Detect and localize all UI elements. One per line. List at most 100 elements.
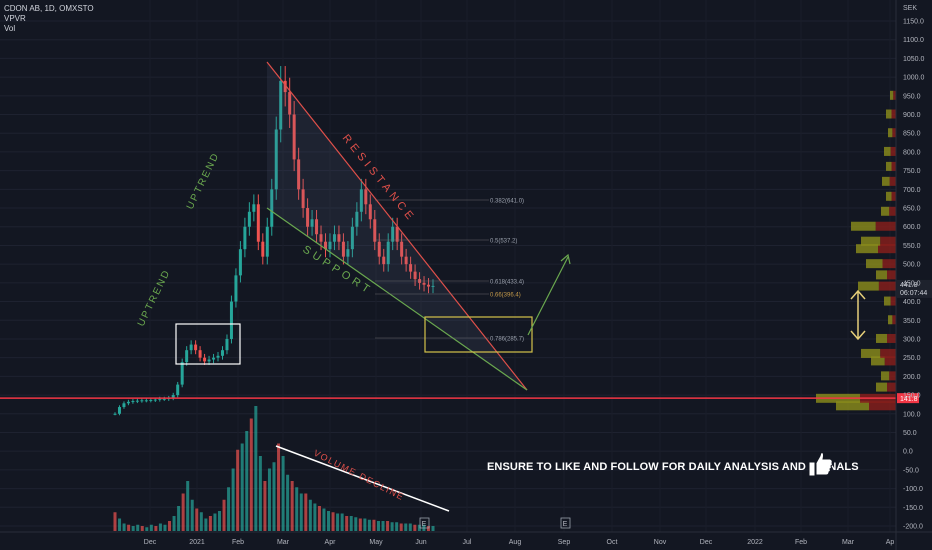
price-tick-label: 750.0 bbox=[903, 168, 921, 175]
price-tick-label: 400.0 bbox=[903, 299, 921, 306]
volume-bar bbox=[299, 493, 303, 531]
earnings-marker: E bbox=[563, 521, 568, 528]
volume-bar bbox=[195, 508, 199, 531]
candle-body bbox=[265, 226, 269, 257]
price-tick-label: 650.0 bbox=[903, 206, 921, 213]
vpvr-bar-up bbox=[881, 371, 890, 381]
price-tick-label: 1000.0 bbox=[903, 75, 925, 82]
volume-bar bbox=[308, 499, 312, 531]
volume-bar bbox=[177, 506, 181, 531]
vpvr-bar-up bbox=[884, 296, 891, 306]
volume-bar bbox=[372, 519, 376, 531]
candle-body bbox=[225, 338, 229, 351]
uptrend-label-2: UPTREND bbox=[185, 150, 222, 211]
volume-bars bbox=[113, 406, 435, 531]
volume-bar bbox=[322, 508, 326, 531]
vpvr-bar-down bbox=[887, 382, 896, 392]
volume-bar bbox=[204, 518, 208, 531]
volume-bar bbox=[286, 474, 290, 531]
vpvr-histogram bbox=[816, 90, 896, 411]
vpvr-bar-down bbox=[891, 161, 896, 171]
vpvr-bar-down bbox=[875, 221, 896, 231]
candle-body bbox=[149, 399, 153, 401]
price-tick-label: 100.0 bbox=[903, 411, 921, 418]
volume-bar bbox=[376, 521, 380, 531]
vpvr-bar-up bbox=[876, 333, 887, 343]
time-label: Sep bbox=[558, 539, 571, 546]
vpvr-indicator-label[interactable]: VPVR bbox=[4, 14, 94, 24]
drawings: 141.8441.806:07:440.382(641.0)0.5(537.2)… bbox=[0, 61, 932, 529]
price-tick-label: 1100.0 bbox=[903, 37, 924, 44]
vpvr-bar-up bbox=[886, 191, 892, 201]
uptrend-label-1: UPTREND bbox=[136, 267, 173, 328]
fib-label: 0.66(396.4) bbox=[490, 293, 521, 299]
volume-bar bbox=[340, 513, 344, 531]
volume-bar bbox=[258, 456, 262, 531]
volume-bar bbox=[404, 523, 408, 531]
volume-bar bbox=[317, 506, 321, 531]
candle-body bbox=[185, 350, 189, 363]
candle-body bbox=[140, 400, 144, 402]
time-label: Apr bbox=[325, 539, 337, 546]
vpvr-bar-up bbox=[882, 176, 890, 186]
volume-bar bbox=[231, 468, 235, 531]
volume-bar bbox=[236, 449, 240, 531]
fib-label: 0.618(433.4) bbox=[490, 280, 524, 286]
volume-bar bbox=[222, 499, 226, 531]
vpvr-bar-up bbox=[888, 315, 893, 325]
volume-bar bbox=[122, 523, 126, 531]
vpvr-bar-down bbox=[878, 281, 896, 291]
price-tick-label: 600.0 bbox=[903, 224, 921, 231]
price-tick-label: 950.0 bbox=[903, 93, 921, 100]
price-tick-label: -150.0 bbox=[903, 505, 923, 512]
volume-bar bbox=[386, 521, 390, 531]
breakout-arrow bbox=[527, 256, 569, 336]
time-label: Nov bbox=[654, 539, 667, 546]
symbol-line[interactable]: CDON AB, 1D, OMXSTO bbox=[4, 4, 94, 14]
time-axis[interactable]: Dec 2021 Feb Mar Apr May Jun Jul Aug Sep Oct Nov Dec… bbox=[0, 531, 932, 546]
price-tick-label: 1150.0 bbox=[903, 19, 924, 26]
candle-body bbox=[252, 204, 256, 212]
vpvr-bar-up bbox=[861, 348, 881, 358]
price-tick-label: 700.0 bbox=[903, 187, 921, 194]
vpvr-bar-down bbox=[892, 128, 896, 138]
volume-bar bbox=[208, 516, 212, 531]
volume-bar bbox=[327, 511, 331, 531]
time-label: Ap bbox=[886, 539, 895, 546]
volume-bar bbox=[277, 443, 281, 531]
volume-bar bbox=[263, 481, 267, 531]
candle-body bbox=[162, 398, 166, 400]
candle-body bbox=[117, 407, 121, 414]
volume-bar bbox=[367, 519, 371, 531]
candle-body bbox=[243, 226, 247, 250]
volume-bar bbox=[354, 517, 358, 531]
price-tick-label: 800.0 bbox=[903, 149, 921, 156]
volume-indicator-label[interactable]: Vol bbox=[4, 24, 94, 34]
volume-bar bbox=[272, 462, 276, 531]
time-label: Mar bbox=[842, 539, 855, 546]
volume-bar bbox=[345, 516, 349, 531]
time-label: 2021 bbox=[189, 539, 205, 546]
time-label: Dec bbox=[700, 539, 713, 546]
candle-body bbox=[180, 362, 184, 385]
price-tick-label: 550.0 bbox=[903, 243, 921, 250]
volume-bar bbox=[413, 524, 417, 531]
fib-label: 0.5(537.2) bbox=[490, 239, 517, 245]
vpvr-bar-up bbox=[886, 161, 892, 171]
price-axis[interactable]: 1150.0 1100.0 1050.0 1000.0 950.0 900.0 850.0 8… bbox=[895, 0, 925, 550]
grid bbox=[0, 0, 896, 532]
volume-bar bbox=[431, 526, 435, 531]
price-tick-label: 0.0 bbox=[903, 449, 913, 456]
volume-bar bbox=[136, 524, 140, 531]
vpvr-bar-down bbox=[889, 206, 896, 216]
candle-body bbox=[256, 204, 260, 242]
vpvr-bar-up bbox=[851, 221, 876, 231]
time-label: Jul bbox=[463, 539, 472, 546]
volume-bar bbox=[267, 468, 271, 531]
volume-bar bbox=[390, 522, 394, 531]
price-tick-label: 250.0 bbox=[903, 355, 921, 362]
vpvr-bar-up bbox=[858, 281, 879, 291]
candle-body bbox=[234, 275, 238, 302]
price-tick-label: 900.0 bbox=[903, 112, 921, 119]
time-label: Feb bbox=[795, 539, 807, 546]
